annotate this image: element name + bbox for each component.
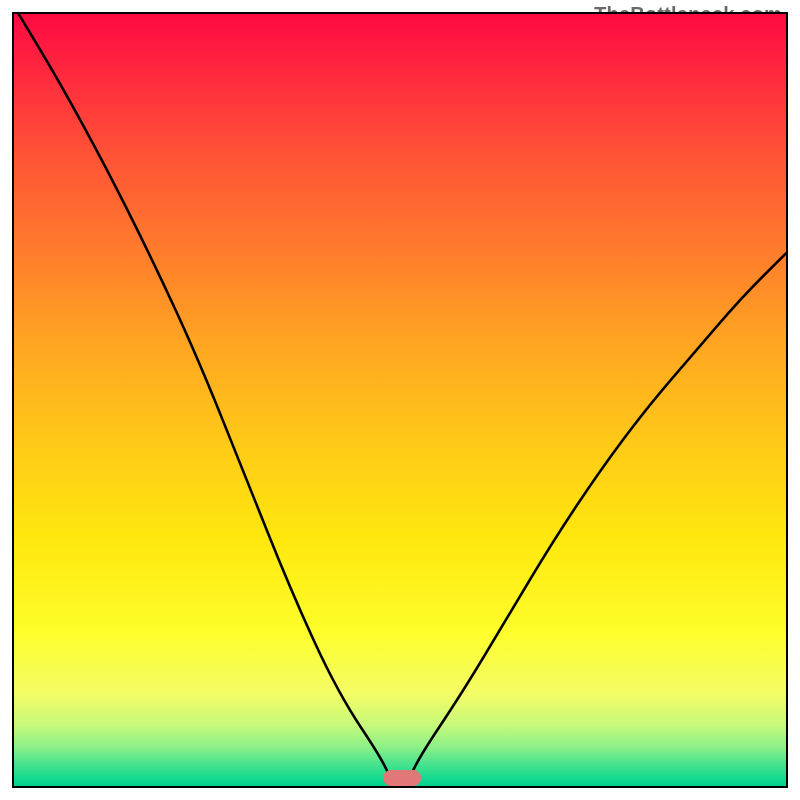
curve-path (14, 14, 786, 786)
plot-area (12, 12, 788, 788)
bottleneck-curve (14, 14, 786, 786)
bottleneck-chart: TheBottleneck.com (0, 0, 800, 800)
optimal-marker (383, 770, 420, 786)
